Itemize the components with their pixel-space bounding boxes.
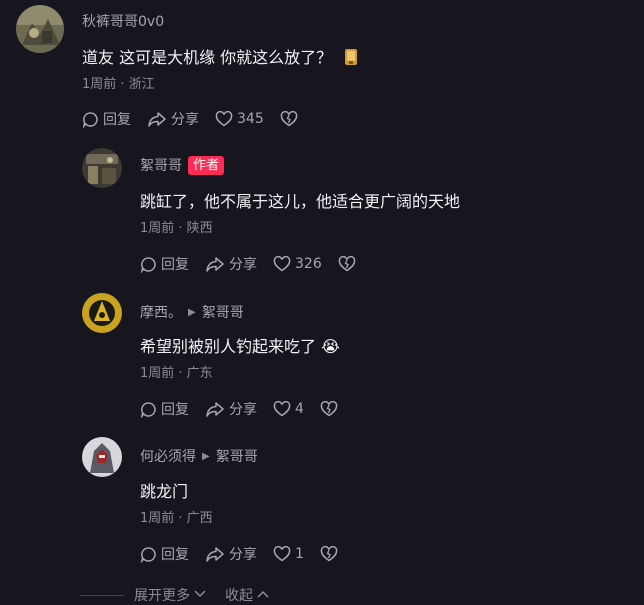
dislike-button[interactable] [280,111,298,127]
like-button[interactable]: 345 [215,111,264,127]
expand-more-label: 展开更多 [134,588,190,604]
like-icon [273,256,291,272]
like-icon [215,111,233,127]
comment-username[interactable]: 摩西。 ▶ 絮哥哥 [140,302,244,322]
share-icon [205,256,225,273]
crying-emoji: 😭 [321,337,340,356]
like-count: 4 [295,401,304,417]
reply-button[interactable]: 回复 [140,544,189,564]
dislike-icon [280,111,298,127]
comment-text: 跳缸了，他不属于这儿，他适合更广阔的天地 [140,192,461,211]
like-count: 326 [295,256,322,272]
avatar[interactable] [82,148,122,188]
reply-icon [82,111,99,128]
comment-actions: 回复 分享 4 [140,399,338,419]
share-icon [147,111,167,128]
avatar[interactable] [82,437,122,477]
avatar[interactable] [82,293,122,333]
reply-to-username[interactable]: 絮哥哥 [216,446,258,466]
dislike-button[interactable] [320,546,338,562]
reply-icon [140,401,157,418]
reply-arrow-icon: ▶ [188,306,196,318]
comment-text: 希望别被别人钓起来吃了 😭 [140,333,340,357]
username-text[interactable]: 絮哥哥 [140,155,182,175]
share-icon [205,546,225,563]
comment-section: 秋裤哥哥0v0 道友 这可是大机缘 你就这么放了？ 1周前 · 浙江 回复 分享… [0,0,644,605]
reply-to-username[interactable]: 絮哥哥 [202,302,244,322]
dislike-icon [320,401,338,417]
dislike-icon [338,256,356,272]
comment-time-location: 1周前 · 广西 [140,511,213,526]
reply-button[interactable]: 回复 [140,399,189,419]
share-button[interactable]: 分享 [205,399,257,419]
dislike-icon [320,546,338,562]
comment-text: 跳龙门 [140,482,189,501]
comment-time-location: 1周前 · 陕西 [140,221,213,236]
collapse-button[interactable]: 收起 [225,585,270,605]
share-button[interactable]: 分享 [205,254,257,274]
avatar[interactable] [16,5,64,53]
comment-actions: 回复 分享 326 [140,254,356,274]
comment-actions: 回复 分享 1 [140,544,338,564]
username-text[interactable]: 何必须得 [140,446,196,466]
like-count: 345 [237,111,264,127]
reply-icon [140,256,157,273]
chevron-down-icon [193,587,207,603]
dislike-button[interactable] [338,256,356,272]
comment-body: 希望别被别人钓起来吃了 [140,337,317,356]
reply-button[interactable]: 回复 [82,109,131,129]
comment-actions: 回复 分享 345 [82,109,298,129]
share-label: 分享 [229,402,257,418]
reply-icon [140,546,157,563]
share-button[interactable]: 分享 [147,109,199,129]
like-count: 1 [295,546,304,562]
reply-label: 回复 [161,257,189,273]
replies-footer: 展开更多 收起 [80,584,644,605]
reply-arrow-icon: ▶ [202,450,210,462]
like-icon [273,401,291,417]
collapse-label: 收起 [225,588,253,604]
share-label: 分享 [229,257,257,273]
like-button[interactable]: 1 [273,546,304,562]
divider-line [80,594,124,596]
reply-label: 回复 [161,402,189,418]
reply-label: 回复 [103,112,131,128]
reply-button[interactable]: 回复 [140,254,189,274]
comment-username[interactable]: 秋裤哥哥0v0 [82,11,164,31]
share-button[interactable]: 分享 [205,544,257,564]
sticker-icon [343,48,359,70]
author-badge: 作者 [188,155,225,175]
share-label: 分享 [171,112,199,128]
comment-time-location: 1周前 · 浙江 [82,77,155,92]
comment-username[interactable]: 何必须得 ▶ 絮哥哥 [140,446,258,466]
username-text[interactable]: 秋裤哥哥0v0 [82,11,164,31]
share-label: 分享 [229,547,257,563]
comment-username[interactable]: 絮哥哥 作者 [140,155,225,175]
chevron-up-icon [256,587,270,603]
comment-text: 道友 这可是大机缘 你就这么放了？ [82,44,359,70]
like-icon [273,546,291,562]
like-button[interactable]: 4 [273,401,304,417]
like-button[interactable]: 326 [273,256,322,272]
comment-body: 道友 这可是大机缘 你就这么放了？ [82,48,333,67]
dislike-button[interactable] [320,401,338,417]
username-text[interactable]: 摩西。 [140,302,182,322]
comment-time-location: 1周前 · 广东 [140,366,213,381]
expand-more-button[interactable]: 展开更多 [134,585,207,605]
reply-label: 回复 [161,547,189,563]
share-icon [205,401,225,418]
